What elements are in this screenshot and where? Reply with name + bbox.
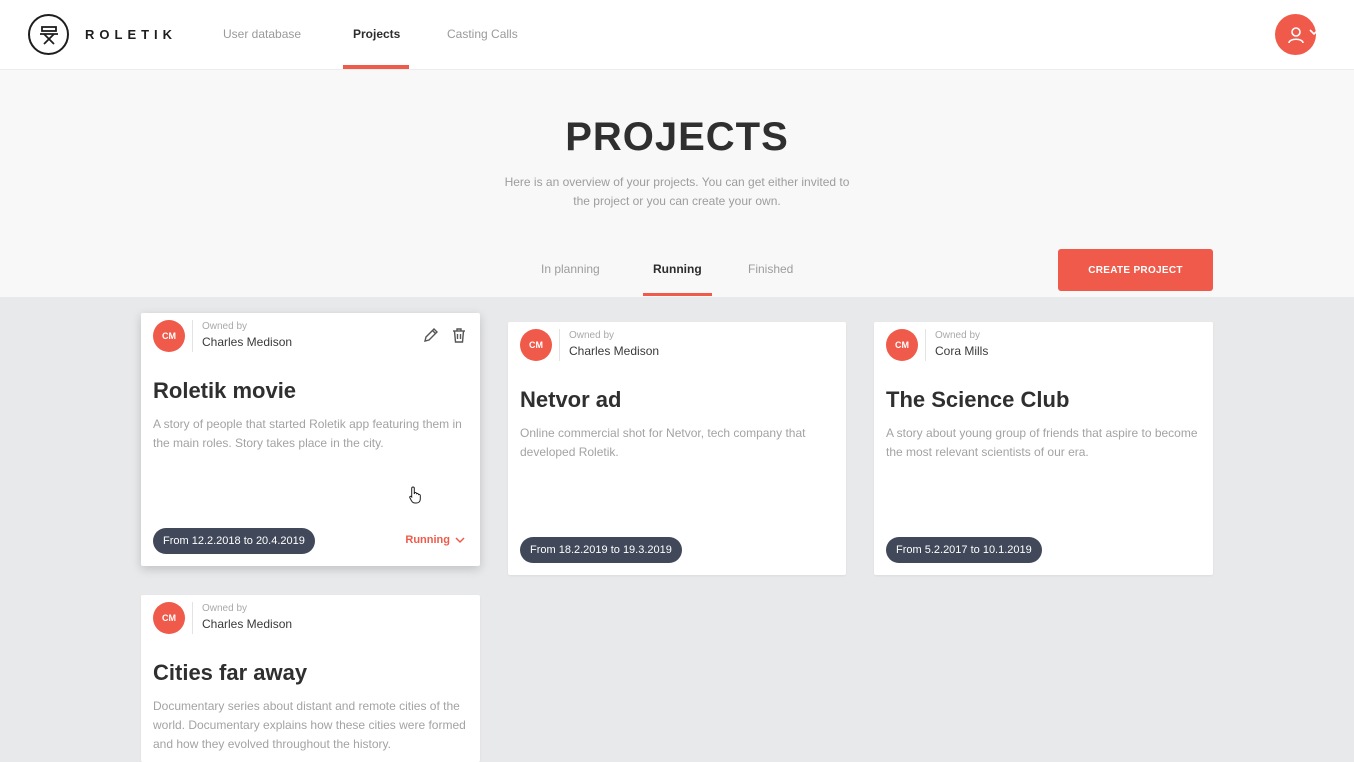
- tab-finished[interactable]: Finished: [748, 262, 793, 276]
- date-range-badge: From 5.2.2017 to 10.1.2019: [886, 537, 1042, 563]
- owner-avatar: CM: [886, 329, 918, 361]
- nav-link-user-database[interactable]: User database: [223, 27, 301, 41]
- nav-link-casting-calls[interactable]: Casting Calls: [447, 27, 518, 41]
- pencil-icon[interactable]: [421, 325, 441, 345]
- status-label: Running: [405, 534, 450, 546]
- user-icon: [1287, 26, 1304, 43]
- owned-by-label: Owned by: [202, 603, 248, 614]
- project-description: A story about young group of friends tha…: [886, 426, 1198, 459]
- create-project-button[interactable]: CREATE PROJECT: [1058, 249, 1213, 291]
- owned-by-label: Owned by: [202, 321, 248, 332]
- project-title[interactable]: Roletik movie: [153, 378, 296, 404]
- page-title: PROJECTS: [565, 115, 789, 159]
- project-description: A story of people that started Roletik a…: [153, 417, 462, 450]
- nav-link-projects[interactable]: Projects: [353, 27, 400, 41]
- project-title[interactable]: Netvor ad: [520, 387, 621, 413]
- owner-name: Charles Medison: [569, 344, 660, 358]
- owner-name: Cora Mills: [935, 344, 989, 358]
- project-card[interactable]: CM Owned by Charles Medison Roletik movi…: [141, 313, 480, 566]
- project-description: Documentary series about distant and rem…: [153, 699, 466, 751]
- project-card[interactable]: CM Owned by Cora Mills The Science Club …: [874, 322, 1213, 575]
- top-navbar: ROLETIK User database Projects Casting C…: [0, 0, 1354, 70]
- project-card[interactable]: CM Owned by Charles Medison Cities far a…: [141, 595, 480, 762]
- director-chair-icon: [28, 14, 69, 55]
- date-range-badge: From 12.2.2018 to 20.4.2019: [153, 528, 315, 554]
- tab-running[interactable]: Running: [653, 262, 702, 276]
- project-title[interactable]: The Science Club: [886, 387, 1069, 413]
- owned-by-label: Owned by: [935, 330, 981, 341]
- owned-by-label: Owned by: [569, 330, 615, 341]
- owner-avatar: CM: [153, 320, 185, 352]
- tab-in-planning[interactable]: In planning: [541, 262, 600, 276]
- owner-name: Charles Medison: [202, 335, 293, 349]
- owner-avatar: CM: [153, 602, 185, 634]
- date-range-badge: From 18.2.2019 to 19.3.2019: [520, 537, 682, 563]
- project-title[interactable]: Cities far away: [153, 660, 307, 686]
- divider: [192, 602, 193, 634]
- status-dropdown[interactable]: Running: [405, 534, 465, 546]
- chevron-down-icon[interactable]: [1309, 28, 1319, 36]
- owner-avatar: CM: [520, 329, 552, 361]
- trash-icon[interactable]: [449, 325, 469, 345]
- chevron-down-icon: [455, 536, 465, 543]
- page-subtitle: Here is an overview of your projects. Yo…: [504, 175, 850, 208]
- hand-cursor-icon: [409, 486, 421, 504]
- project-description: Online commercial shot for Netvor, tech …: [520, 426, 806, 459]
- logo[interactable]: ROLETIK: [28, 14, 177, 55]
- page-header: PROJECTS Here is an overview of your pro…: [0, 70, 1354, 297]
- divider: [192, 320, 193, 352]
- brand-name: ROLETIK: [85, 27, 178, 42]
- nav-active-indicator: [343, 65, 409, 69]
- project-card[interactable]: CM Owned by Charles Medison Netvor ad On…: [508, 322, 846, 575]
- owner-name: Charles Medison: [202, 617, 293, 631]
- divider: [925, 329, 926, 361]
- tab-active-indicator: [643, 293, 712, 296]
- divider: [559, 329, 560, 361]
